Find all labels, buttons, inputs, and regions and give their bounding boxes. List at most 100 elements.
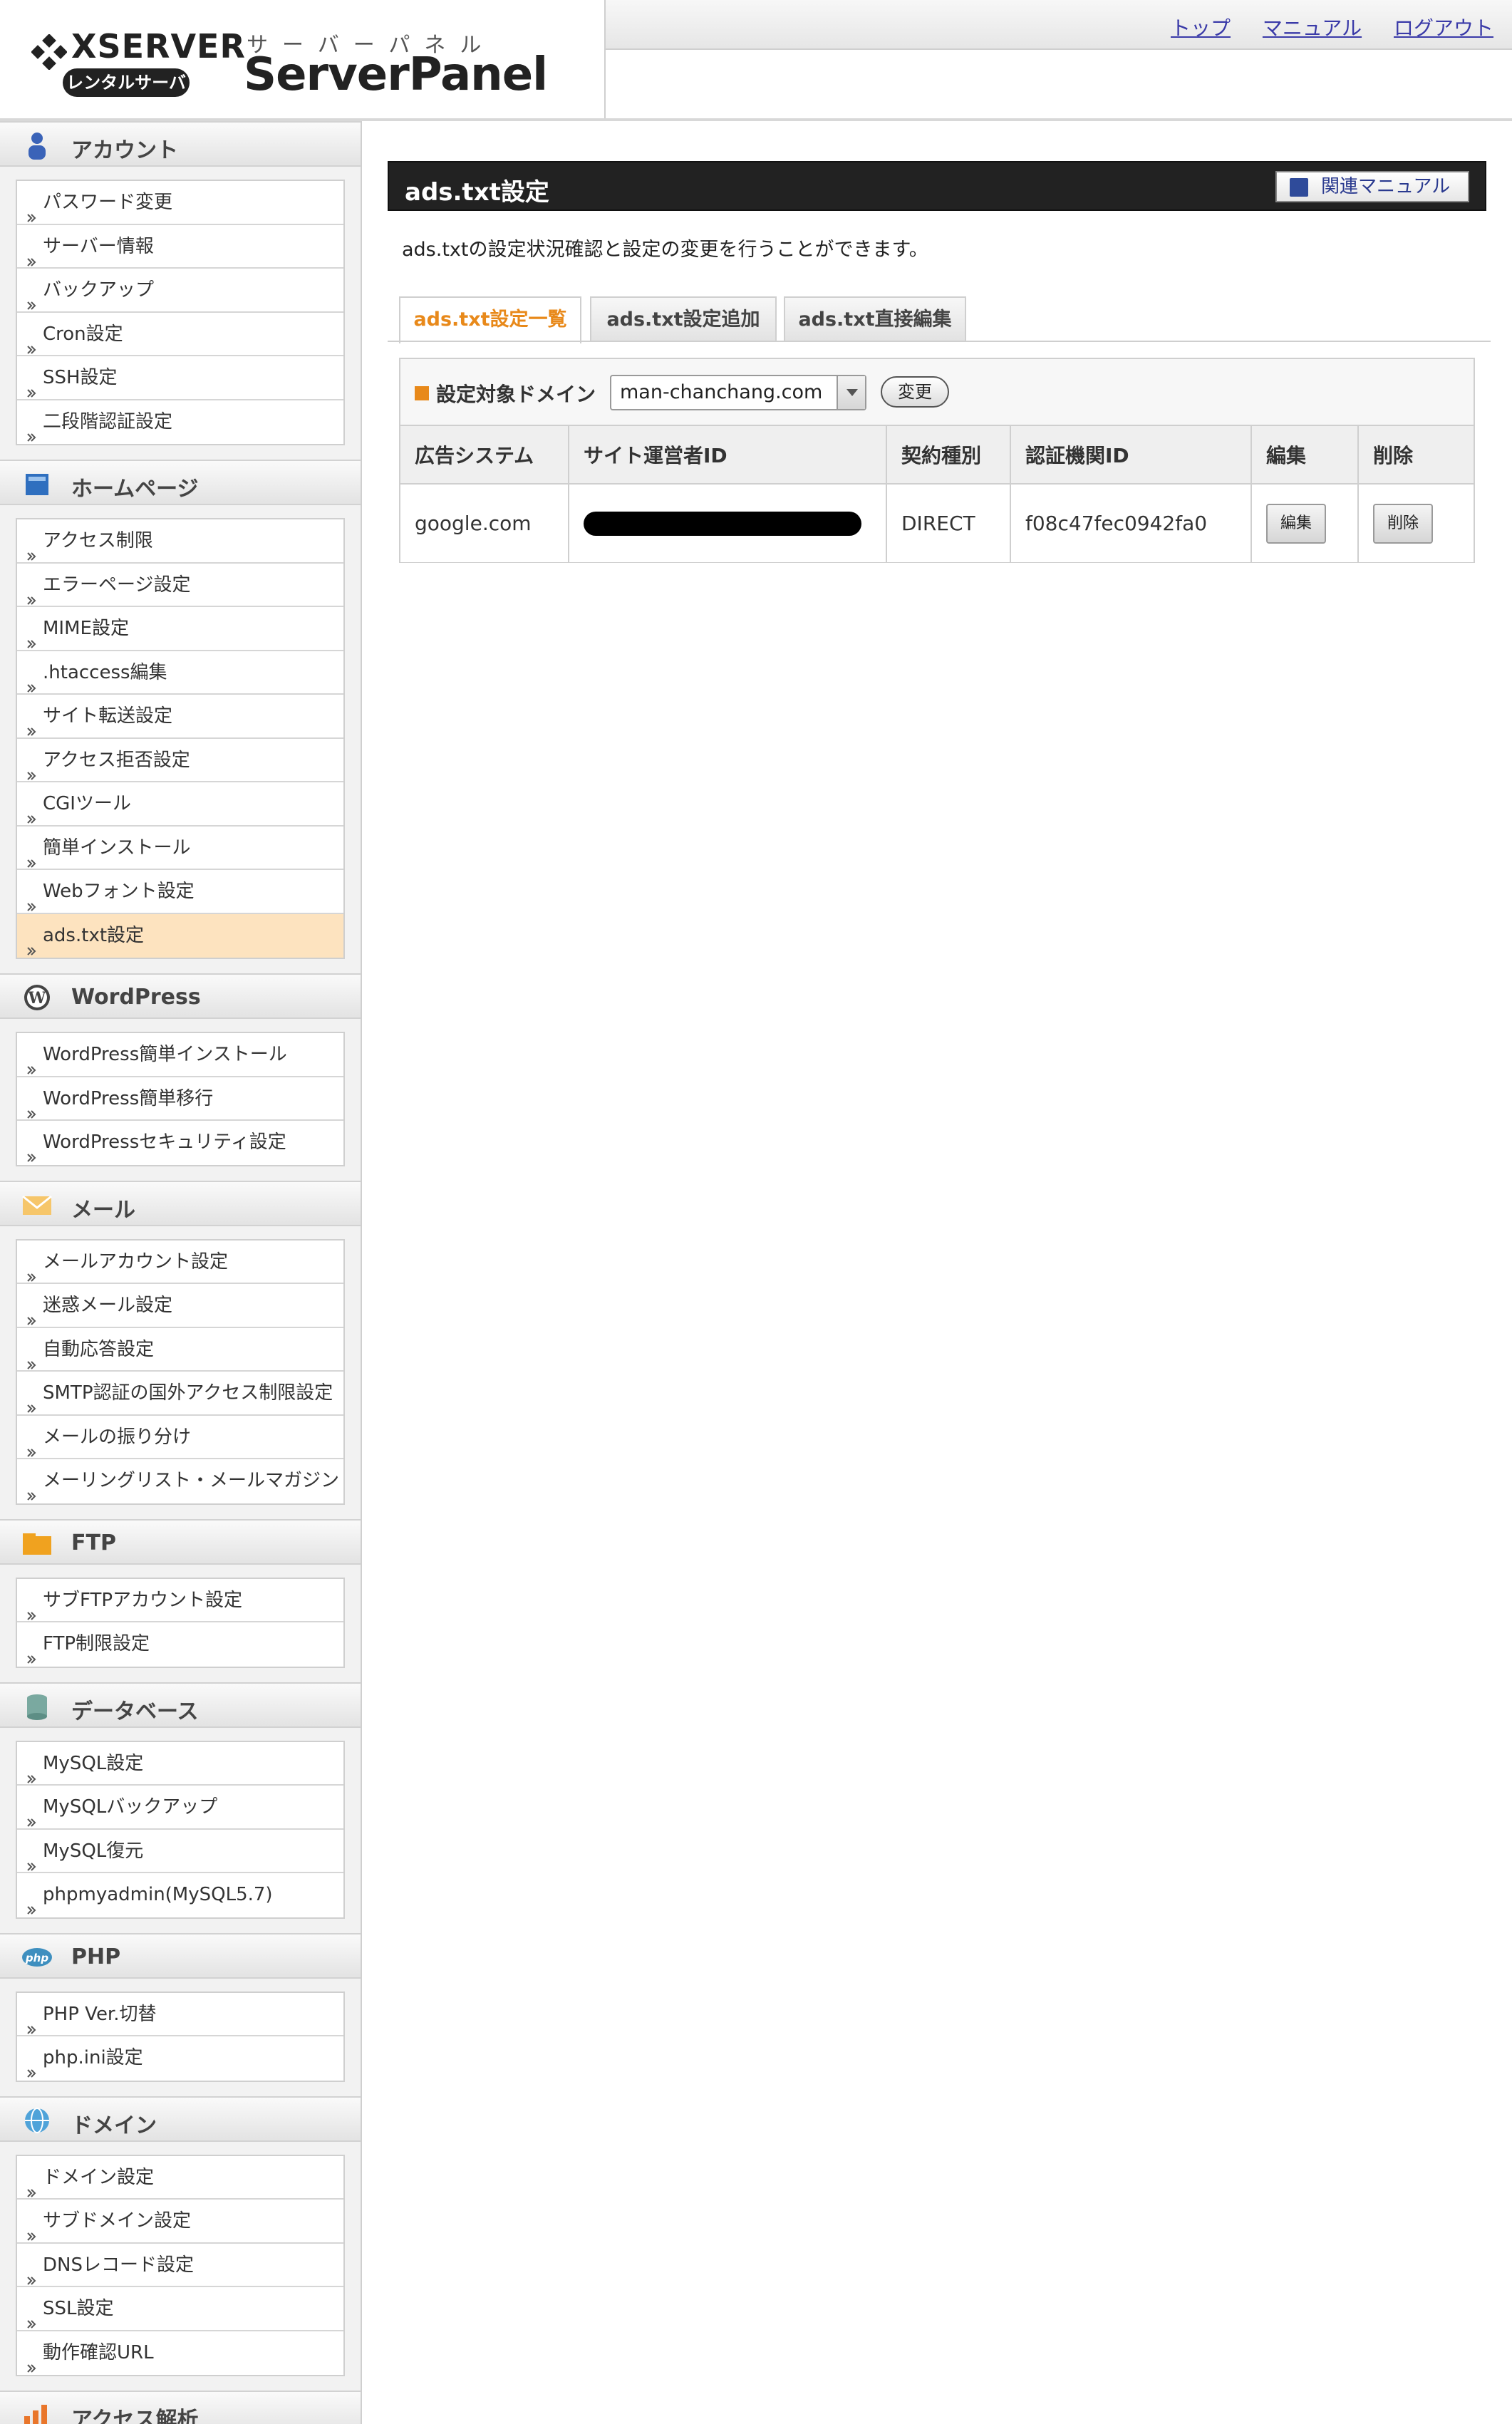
domain-select[interactable]: man-chanchang.com xyxy=(610,375,866,410)
column-header: 削除 xyxy=(1358,425,1474,484)
sidebar-item-label: ads.txt設定 xyxy=(43,924,145,946)
sidebar-section-list: サブFTPアカウント設定 FTP制限設定 xyxy=(16,1577,345,1668)
sidebar-item[interactable]: サーバー情報 xyxy=(17,224,343,269)
sidebar-item[interactable]: メールアカウント設定 xyxy=(17,1240,343,1284)
sidebar-section-title: ドメイン xyxy=(71,2113,157,2138)
sidebar-item[interactable]: WordPress簡単インストール xyxy=(17,1033,343,1077)
header: XSERVER レンタルサーバー サーバーパネル ServerPanel トップ… xyxy=(0,0,1512,121)
sidebar-item[interactable]: エラーページ設定 xyxy=(17,563,343,607)
chevron-down-icon[interactable] xyxy=(837,376,865,409)
double-arrow-icon xyxy=(26,842,37,868)
sidebar-item[interactable]: 迷惑メール設定 xyxy=(17,1284,343,1328)
mail-icon xyxy=(21,1191,53,1219)
related-manual-label: 関連マニュアル xyxy=(1321,176,1451,197)
sidebar-item-label: SSH設定 xyxy=(43,367,118,388)
sidebar-item[interactable]: アクセス制限 xyxy=(17,519,343,564)
xserver-logo-icon xyxy=(31,34,67,70)
sidebar-item[interactable]: Webフォント設定 xyxy=(17,870,343,914)
sidebar-item[interactable]: 自動応答設定 xyxy=(17,1327,343,1372)
sidebar-item-label: WordPress簡単移行 xyxy=(43,1087,214,1109)
sidebar-item[interactable]: FTP制限設定 xyxy=(17,1622,343,1667)
double-arrow-icon xyxy=(26,798,37,824)
sidebar-item[interactable]: 動作確認URL xyxy=(17,2331,343,2375)
sidebar-item[interactable]: サブドメイン設定 xyxy=(17,2200,343,2244)
sidebar-item[interactable]: アクセス拒否設定 xyxy=(17,738,343,782)
tab-ads-edit-direct[interactable]: ads.txt直接編集 xyxy=(784,296,966,342)
sidebar-item-label: エラーページ設定 xyxy=(43,574,191,596)
edit-button[interactable]: 編集 xyxy=(1266,503,1326,544)
publisher-id-cell xyxy=(569,483,887,562)
sidebar-item[interactable]: メールの振り分け xyxy=(17,1415,343,1459)
sidebar-item[interactable]: メーリングリスト・メールマガジン xyxy=(17,1459,343,1503)
double-arrow-icon xyxy=(26,197,37,222)
double-arrow-icon xyxy=(26,886,37,911)
homepage-icon xyxy=(21,470,53,498)
column-header: 契約種別 xyxy=(886,425,1011,484)
user-icon xyxy=(21,131,53,160)
sidebar-item-label: SSL設定 xyxy=(43,2298,114,2319)
related-manual-button[interactable]: 関連マニュアル xyxy=(1275,171,1469,202)
sidebar-item-label: 簡単インストール xyxy=(43,837,191,859)
logout-link[interactable]: ログアウト xyxy=(1394,16,1493,40)
logo-area[interactable]: XSERVER レンタルサーバー サーバーパネル ServerPanel xyxy=(0,0,606,121)
sidebar-item-label: パスワード変更 xyxy=(43,192,173,213)
sidebar-section-header: ドメイン xyxy=(0,2096,361,2142)
sidebar-item-label: Webフォント設定 xyxy=(43,881,195,902)
sidebar-item[interactable]: サイト転送設定 xyxy=(17,695,343,739)
delete-button[interactable]: 削除 xyxy=(1373,503,1433,544)
sidebar-section-list: WordPress簡単インストール WordPress簡単移行 WordPressセ… xyxy=(16,1032,345,1166)
sidebar-section-title: FTP xyxy=(71,1530,116,1555)
sidebar-section-title: アカウント xyxy=(71,138,178,163)
double-arrow-icon xyxy=(26,1387,37,1413)
sidebar-item[interactable]: phpmyadmin(MySQL5.7) xyxy=(17,1873,343,1917)
contract-type-cell: DIRECT xyxy=(886,483,1011,562)
sidebar: アカウントパスワード変更サーバー情報 バックアップ Cron設定 SSH設定二段階認証… xyxy=(0,121,362,2424)
sidebar-item[interactable]: 二段階認証設定 xyxy=(17,400,343,444)
sidebar-item[interactable]: SMTP認証の国外アクセス制限設定 xyxy=(17,1372,343,1416)
sidebar-item[interactable]: 簡単インストール xyxy=(17,826,343,870)
sidebar-item[interactable]: WordPress簡単移行 xyxy=(17,1077,343,1121)
tab-divider xyxy=(388,341,1491,342)
double-arrow-icon xyxy=(26,667,37,693)
sidebar-section-list: パスワード変更サーバー情報 バックアップ Cron設定 SSH設定二段階認証設定 xyxy=(16,180,345,445)
sidebar-item[interactable]: PHP Ver.切替 xyxy=(17,1992,343,2036)
cert-id-cell: f08c47fec0942fa0 xyxy=(1010,483,1252,562)
sidebar-item[interactable]: MySQL復元 xyxy=(17,1829,343,1873)
sidebar-item[interactable]: SSL設定 xyxy=(17,2287,343,2331)
sidebar-item[interactable]: CGIツール xyxy=(17,782,343,827)
manual-link[interactable]: マニュアル xyxy=(1263,16,1362,40)
sidebar-item[interactable]: MySQLバックアップ xyxy=(17,1786,343,1830)
sidebar-item[interactable]: Cron設定 xyxy=(17,312,343,356)
double-arrow-icon xyxy=(26,623,37,648)
double-arrow-icon xyxy=(26,1256,37,1282)
brand-name: XSERVER xyxy=(71,27,246,66)
tab-ads-add[interactable]: ads.txt設定追加 xyxy=(590,296,777,342)
sidebar-item[interactable]: .htaccess編集 xyxy=(17,651,343,695)
sidebar-item[interactable]: SSH設定 xyxy=(17,356,343,400)
sidebar-item[interactable]: ドメイン設定 xyxy=(17,2155,343,2200)
sidebar-item-label: アクセス拒否設定 xyxy=(43,749,190,771)
sidebar-item[interactable]: php.ini設定 xyxy=(17,2036,343,2081)
sidebar-item[interactable]: パスワード変更 xyxy=(17,181,343,225)
sidebar-item-label: メーリングリスト・メールマガジン xyxy=(43,1470,340,1491)
tab-ads-list[interactable]: ads.txt設定一覧 xyxy=(399,296,581,343)
sidebar-item[interactable]: MIME設定 xyxy=(17,607,343,651)
sidebar-item[interactable]: ads.txt設定 xyxy=(17,913,343,958)
sidebar-item[interactable]: MySQL設定 xyxy=(17,1741,343,1786)
database-icon xyxy=(21,1692,53,1721)
page-title-bar: ads.txt設定 関連マニュアル xyxy=(388,161,1486,211)
double-arrow-icon xyxy=(26,2052,37,2078)
sidebar-section-title: WordPress xyxy=(71,985,201,1010)
sidebar-item[interactable]: DNSレコード設定 xyxy=(17,2243,343,2287)
sidebar-item[interactable]: サブFTPアカウント設定 xyxy=(17,1578,343,1622)
sidebar-item[interactable]: バックアップ xyxy=(17,269,343,313)
sidebar-section-list: MySQL設定 MySQLバックアップ MySQL復元 phpmyadmin(MySQ… xyxy=(16,1740,345,1919)
top-link[interactable]: トップ xyxy=(1171,16,1231,40)
sidebar-item[interactable]: WordPressセキュリティ設定 xyxy=(17,1121,343,1165)
double-arrow-icon xyxy=(26,1595,37,1620)
sidebar-item-label: ドメイン設定 xyxy=(43,2166,155,2188)
sidebar-section-list: メールアカウント設定 迷惑メール設定 自動応答設定 SMTP認証の国外アクセス制限設定… xyxy=(16,1238,345,1505)
change-domain-button[interactable]: 変更 xyxy=(881,376,949,408)
column-header: 認証機関ID xyxy=(1010,425,1252,484)
double-arrow-icon xyxy=(26,2215,37,2241)
